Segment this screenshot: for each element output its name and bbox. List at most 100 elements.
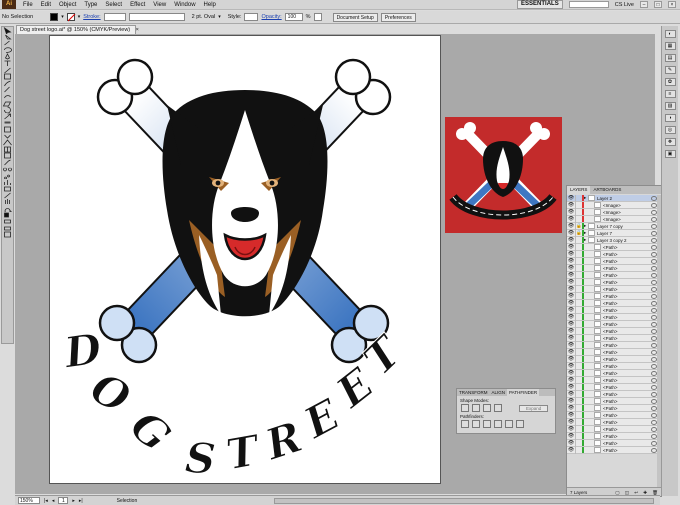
visibility-eye-icon[interactable]: 👁 <box>567 377 575 383</box>
lock-toggle[interactable] <box>575 446 582 454</box>
layer-name[interactable]: <Path> <box>603 434 651 439</box>
lock-toggle[interactable] <box>575 411 582 419</box>
fill-stroke-tool-icon[interactable] <box>2 212 13 219</box>
lock-toggle[interactable] <box>575 208 582 216</box>
visibility-eye-icon[interactable]: 👁 <box>567 440 575 446</box>
visibility-eye-icon[interactable]: 👁 <box>567 314 575 320</box>
lock-toggle[interactable] <box>575 397 582 405</box>
maximize-icon[interactable]: □ <box>654 1 662 8</box>
lock-toggle[interactable] <box>575 257 582 265</box>
divide-icon[interactable] <box>461 420 469 428</box>
lock-toggle[interactable] <box>575 306 582 314</box>
visibility-eye-icon[interactable]: 👁 <box>567 363 575 369</box>
visibility-eye-icon[interactable]: 👁 <box>567 300 575 306</box>
intersect-icon[interactable] <box>483 404 491 412</box>
merge-icon[interactable] <box>483 420 491 428</box>
visibility-eye-icon[interactable]: 👁 <box>567 419 575 425</box>
tab-layers[interactable]: LAYERS <box>567 186 591 194</box>
layer-name[interactable]: <Path> <box>603 350 651 355</box>
layer-name[interactable]: Layer 3 copy 2 <box>597 238 651 243</box>
layer-name[interactable]: <Path> <box>603 343 651 348</box>
layer-name[interactable]: Layer 2 <box>597 196 651 201</box>
exclude-icon[interactable] <box>494 404 502 412</box>
menu-effect[interactable]: Effect <box>126 0 149 10</box>
layer-name[interactable]: <Path> <box>603 392 651 397</box>
color-mode-tool-icon[interactable] <box>2 218 13 225</box>
visibility-eye-icon[interactable]: 👁 <box>567 244 575 250</box>
visibility-eye-icon[interactable]: 👁 <box>567 265 575 271</box>
eyedropper-tool-icon[interactable] <box>2 159 13 166</box>
layer-name[interactable]: <Path> <box>603 371 651 376</box>
drawing-mode-tool-icon[interactable] <box>2 225 13 232</box>
last-artboard-icon[interactable]: ▸| <box>79 498 83 504</box>
minus-back-icon[interactable] <box>516 420 524 428</box>
visibility-eye-icon[interactable]: 👁 <box>567 335 575 341</box>
visibility-eye-icon[interactable]: 👁 <box>567 195 575 201</box>
lock-toggle[interactable] <box>575 201 582 209</box>
artboard-number-field[interactable]: 1 <box>58 497 69 504</box>
visibility-eye-icon[interactable]: 👁 <box>567 286 575 292</box>
menu-file[interactable]: File <box>19 0 37 10</box>
stroke-label[interactable]: Stroke: <box>83 14 100 20</box>
selection-tool-icon[interactable] <box>2 27 13 34</box>
layer-name[interactable]: <Path> <box>603 245 651 250</box>
layer-name[interactable]: <Image> <box>603 217 651 222</box>
close-tab-icon[interactable]: × <box>136 27 139 33</box>
symbols-icon[interactable]: ✿ <box>664 78 676 86</box>
perspective-grid-tool-icon[interactable] <box>2 139 13 146</box>
workspace-switcher[interactable]: ESSENTIALS <box>517 0 563 9</box>
visibility-eye-icon[interactable]: 👁 <box>567 433 575 439</box>
visibility-eye-icon[interactable]: 👁 <box>567 251 575 257</box>
visibility-eye-icon[interactable]: 👁 <box>567 398 575 404</box>
artboard-tool-icon[interactable] <box>2 185 13 192</box>
screen-mode-tool-icon[interactable] <box>2 231 13 238</box>
color-guide-icon[interactable]: ▦ <box>664 42 676 50</box>
lock-toggle[interactable] <box>575 278 582 286</box>
visibility-eye-icon[interactable]: 👁 <box>567 293 575 299</box>
visibility-eye-icon[interactable]: 👁 <box>567 426 575 432</box>
unite-icon[interactable] <box>461 404 469 412</box>
lock-toggle[interactable] <box>575 292 582 300</box>
visibility-eye-icon[interactable]: 👁 <box>567 279 575 285</box>
blend-tool-icon[interactable] <box>2 165 13 172</box>
stroke-weight-field[interactable] <box>103 13 126 21</box>
layer-name[interactable]: <Path> <box>603 259 651 264</box>
layer-name[interactable]: <Path> <box>603 364 651 369</box>
crop-icon[interactable] <box>494 420 502 428</box>
pencil-tool-icon[interactable] <box>2 86 13 93</box>
hand-tool-icon[interactable] <box>2 198 13 205</box>
menu-edit[interactable]: Edit <box>37 0 55 10</box>
cs-live-button[interactable]: CS Live <box>615 2 634 8</box>
prev-artboard-icon[interactable]: ◂ <box>52 498 55 504</box>
symbol-sprayer-tool-icon[interactable] <box>2 172 13 180</box>
visibility-eye-icon[interactable]: 👁 <box>567 356 575 362</box>
style-field[interactable] <box>244 13 259 21</box>
layer-name[interactable]: <Image> <box>603 210 651 215</box>
magic-wand-tool-icon[interactable] <box>2 40 13 47</box>
tab-align[interactable]: ALIGN <box>490 389 508 396</box>
visibility-eye-icon[interactable]: 👁 <box>567 230 575 236</box>
transparency-icon[interactable]: ◑ <box>664 114 676 122</box>
layer-name[interactable]: <Path> <box>603 336 651 341</box>
layer-name[interactable]: <Path> <box>603 413 651 418</box>
layers-panel-icon[interactable]: ▣ <box>664 150 676 158</box>
help-search-input[interactable] <box>568 1 609 8</box>
lock-toggle[interactable] <box>575 341 582 349</box>
opacity-field[interactable]: 100 <box>284 13 303 21</box>
layer-name[interactable]: Layer 7 copy <box>597 224 651 229</box>
visibility-eye-icon[interactable]: 👁 <box>567 391 575 397</box>
layer-name[interactable]: <Path> <box>603 420 651 425</box>
mesh-tool-icon[interactable] <box>2 146 13 153</box>
visibility-eye-icon[interactable]: 👁 <box>567 405 575 411</box>
lock-toggle[interactable] <box>575 327 582 335</box>
menu-select[interactable]: Select <box>101 0 126 10</box>
visibility-eye-icon[interactable]: 👁 <box>567 209 575 215</box>
type-tool-icon[interactable] <box>2 60 13 67</box>
lock-toggle[interactable] <box>575 348 582 356</box>
stroke-dropdown-icon[interactable]: ▾ <box>78 14 81 20</box>
tab-artboards[interactable]: ARTBOARDS <box>590 186 624 194</box>
layer-name[interactable]: <Path> <box>603 287 651 292</box>
layer-name[interactable]: <Path> <box>603 329 651 334</box>
visibility-eye-icon[interactable]: 👁 <box>567 328 575 334</box>
column-graph-tool-icon[interactable] <box>2 179 13 186</box>
